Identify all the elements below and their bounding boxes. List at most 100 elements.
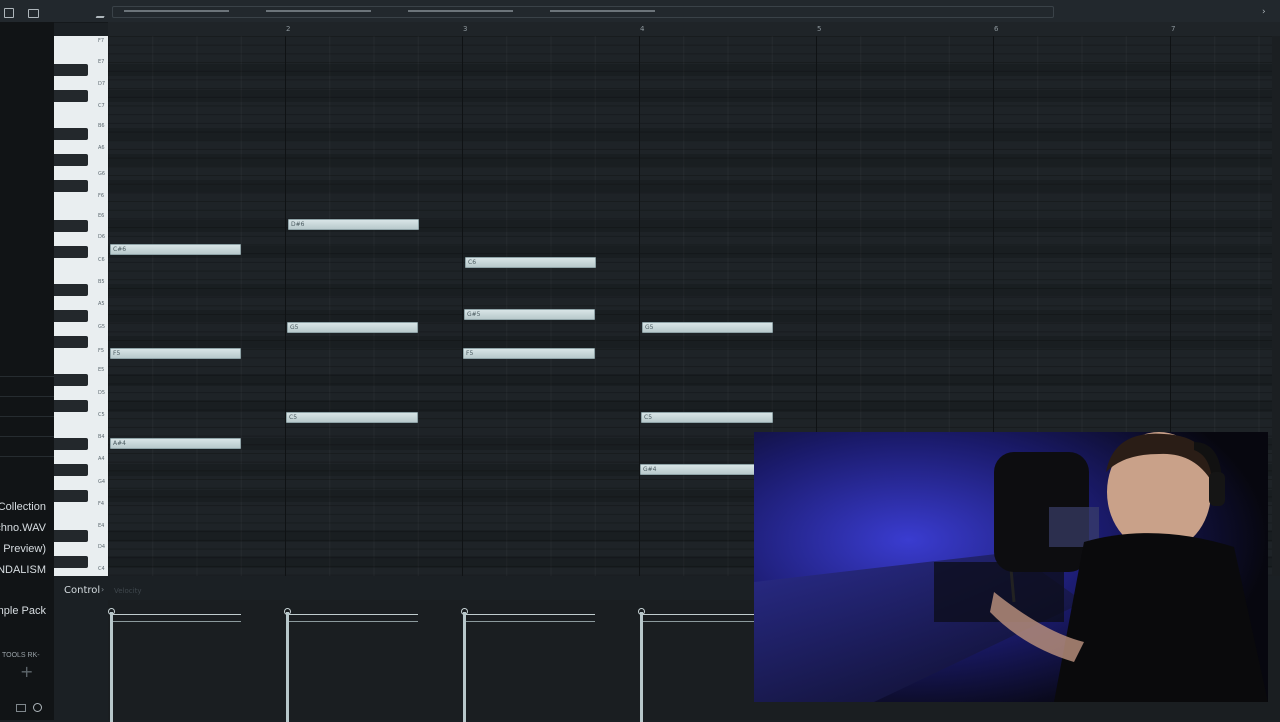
midi-note[interactable]: F5	[110, 348, 241, 359]
key-label: E6	[98, 213, 105, 219]
piano-keyboard[interactable]: F7 E7 D7 C7 B6 A6 G6 F6 E6 D6 C6 B5 A5 G…	[54, 36, 108, 576]
black-key[interactable]	[54, 400, 88, 412]
scroll-thumb[interactable]	[550, 10, 655, 12]
black-key[interactable]	[54, 438, 88, 450]
note-label: F5	[466, 350, 474, 357]
midi-note[interactable]: G#5	[464, 309, 595, 320]
black-key[interactable]	[54, 90, 88, 102]
bar-number: 7	[1171, 25, 1176, 33]
black-key[interactable]	[54, 490, 88, 502]
browser-item[interactable]: TOOLS RK-	[2, 652, 40, 659]
key-label: G4	[98, 479, 106, 485]
key-label: B5	[98, 279, 105, 285]
bar-number: 5	[817, 25, 822, 33]
bar-number: 3	[463, 25, 468, 33]
midi-note[interactable]: C6	[465, 257, 596, 268]
webcam-overlay	[754, 432, 1268, 702]
note-label: C6	[468, 259, 477, 266]
key-label: E5	[98, 367, 105, 373]
black-key[interactable]	[54, 464, 88, 476]
key-label: E7	[98, 59, 105, 65]
midi-note[interactable]: C#6	[110, 244, 241, 255]
black-key[interactable]	[54, 180, 88, 192]
browser-item[interactable]: ANDALISM	[0, 564, 46, 576]
black-key[interactable]	[54, 374, 88, 386]
key-label: G5	[98, 324, 106, 330]
note-label: C5	[289, 414, 298, 421]
note-label: G5	[645, 324, 654, 331]
black-key[interactable]	[54, 246, 88, 258]
black-key[interactable]	[54, 530, 88, 542]
bar-number: 2	[286, 25, 291, 33]
key-label: D5	[98, 390, 106, 396]
key-label: F5	[98, 348, 105, 354]
midi-note[interactable]: G#4	[640, 464, 756, 475]
velocity-label: Velocity	[114, 587, 142, 595]
black-key[interactable]	[54, 154, 88, 166]
note-label: G5	[290, 324, 299, 331]
browser-item[interactable]: Collection	[0, 501, 46, 513]
folder-icon[interactable]	[28, 9, 39, 18]
midi-note[interactable]: C5	[286, 412, 418, 423]
note-label: F5	[113, 350, 121, 357]
vertical-scrollbar[interactable]	[1272, 36, 1280, 576]
midi-note[interactable]: C5	[641, 412, 773, 423]
scroll-thumb[interactable]	[408, 10, 513, 12]
scroll-right-icon[interactable]: ›	[1262, 7, 1266, 17]
velocity-bar[interactable]	[286, 612, 289, 722]
scroll-thumb[interactable]	[124, 10, 229, 12]
key-label: F4	[98, 501, 105, 507]
key-label: C6	[98, 257, 105, 263]
note-label: G#5	[467, 311, 481, 318]
note-label: A#4	[113, 440, 126, 447]
chevron-right-icon[interactable]: ›	[101, 585, 104, 594]
note-label: C#6	[113, 246, 127, 253]
browser-item[interactable]: chno.WAV	[0, 522, 46, 534]
control-dropdown[interactable]: Control	[64, 585, 100, 596]
timeline-ruler[interactable]: 2 3 4 5 6 7	[108, 22, 1280, 36]
key-label: F6	[98, 193, 105, 199]
scroll-thumb[interactable]	[266, 10, 371, 12]
horizontal-scrollbar[interactable]	[112, 6, 1054, 18]
browser-icon[interactable]	[4, 8, 14, 18]
key-label: D6	[98, 234, 106, 240]
key-label: A5	[98, 301, 105, 307]
midi-note[interactable]: G5	[642, 322, 773, 333]
black-key[interactable]	[54, 284, 88, 296]
search-icon[interactable]	[33, 703, 42, 712]
bar-number: 6	[994, 25, 999, 33]
add-icon[interactable]: +	[20, 662, 33, 681]
browser-sidebar: Collection chno.WAV e Preview) ANDALISM …	[0, 22, 54, 720]
black-key[interactable]	[54, 310, 88, 322]
toolbar: ›	[0, 0, 1280, 23]
key-label: B4	[98, 434, 105, 440]
midi-note[interactable]: A#4	[110, 438, 241, 449]
key-label: F7	[98, 38, 105, 44]
key-label: A4	[98, 456, 105, 462]
black-key[interactable]	[54, 556, 88, 568]
browser-item[interactable]: e Preview)	[0, 543, 46, 555]
black-key[interactable]	[54, 128, 88, 140]
velocity-bar[interactable]	[110, 612, 113, 722]
note-label: G#4	[643, 466, 657, 473]
key-label: D7	[98, 81, 106, 87]
note-label: D#6	[291, 221, 305, 228]
key-label: A6	[98, 145, 105, 151]
black-key[interactable]	[54, 220, 88, 232]
black-key[interactable]	[54, 64, 88, 76]
key-label: C7	[98, 103, 105, 109]
midi-note[interactable]: G5	[287, 322, 418, 333]
tool-icon[interactable]	[95, 8, 109, 18]
black-key[interactable]	[54, 336, 88, 348]
key-label: E4	[98, 523, 105, 529]
midi-note[interactable]: D#6	[288, 219, 419, 230]
key-label: C4	[98, 566, 105, 572]
folder-icon[interactable]	[16, 704, 26, 712]
note-label: C5	[644, 414, 653, 421]
key-label: C5	[98, 412, 105, 418]
midi-note[interactable]: F5	[463, 348, 595, 359]
key-label: D4	[98, 544, 106, 550]
velocity-bar[interactable]	[463, 612, 466, 722]
browser-item[interactable]: mple Pack	[0, 605, 46, 617]
velocity-bar[interactable]	[640, 612, 643, 722]
